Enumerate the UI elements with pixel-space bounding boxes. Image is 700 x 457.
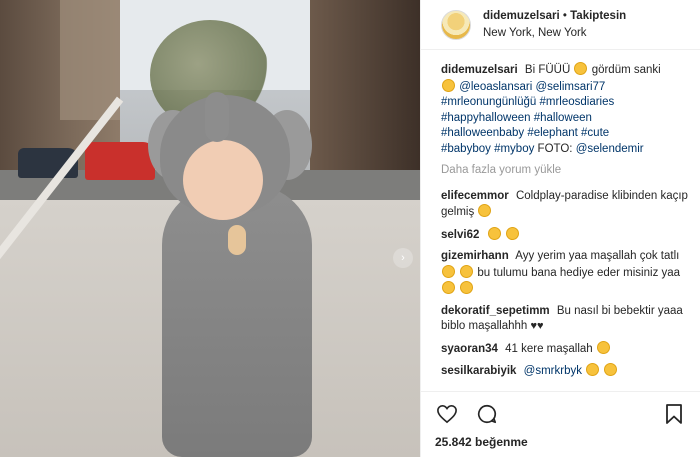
comment-item: elifecemmor Coldplay-paradise klibinden … — [441, 189, 690, 221]
elephant-emoji-icon — [574, 62, 588, 75]
comment-text: 41 kere maşallah — [505, 342, 593, 355]
caption-text-start: Bi FÜÜÜ — [524, 64, 571, 76]
comment-item: dekoratif_sepetimm Bu nasıl bi bebektir … — [441, 304, 690, 335]
black-heart-icon: ♥♥ — [530, 320, 544, 332]
heart-eyes-emoji-icon — [460, 264, 474, 278]
comment-item: sesilkarabiyik @smrkrbyk — [441, 363, 690, 380]
comment-text: Ayy yerim yaa maşallah çok tatlı — [515, 250, 680, 262]
photo-credit-link[interactable]: @selendemir — [576, 143, 644, 155]
comment-text: bu tulumu bana hediye eder misiniz yaa — [477, 266, 681, 279]
post-location[interactable]: New York, New York — [483, 25, 626, 42]
money-face-emoji-icon — [586, 363, 600, 376]
caption-text-mid: gördüm sanki — [591, 64, 661, 76]
post-side-panel: didemuzelsari • Takiptesin New York, New… — [420, 0, 700, 457]
comment-icon-svg — [477, 404, 497, 423]
chevron-right-icon[interactable]: › — [393, 248, 413, 268]
follow-status-button[interactable]: Takiptesin — [570, 10, 626, 22]
heart-eyes-emoji-icon — [442, 281, 455, 294]
comment-username[interactable]: elifecemmor — [441, 190, 509, 202]
hashtag-line[interactable]: #halloweenbaby #elephant #cute — [441, 127, 609, 139]
grin-emoji-icon — [442, 78, 455, 92]
comment-item: gizemirhann Ayy yerim yaa maşallah çok t… — [441, 249, 690, 298]
heart-icon-svg — [437, 404, 457, 423]
likes-number: 25.842 — [435, 435, 472, 449]
likes-count[interactable]: 25.842 beğenme — [421, 435, 700, 457]
post-actions-bar — [421, 391, 700, 435]
comment-username[interactable]: gizemirhann — [441, 250, 509, 262]
comments-list[interactable]: didemuzelsari Bi FÜÜÜ gördüm sanki @leoa… — [421, 50, 700, 391]
caption-username[interactable]: didemuzelsari — [441, 64, 518, 76]
heart-eyes-emoji-icon — [478, 204, 492, 217]
mention-link[interactable]: @selimsari77 — [535, 81, 605, 93]
heart-eyes-emoji-icon — [442, 264, 455, 278]
comment-username[interactable]: sesilkarabiyik — [441, 365, 516, 377]
hashtag-line[interactable]: #mrleonungünlüğü #mrleosdiaries — [441, 96, 614, 108]
separator-dot: • — [562, 9, 567, 22]
post-header: didemuzelsari • Takiptesin New York, New… — [421, 0, 700, 50]
heart-eyes-emoji-icon — [460, 281, 474, 294]
hashtag-line[interactable]: #happyhalloween #halloween — [441, 112, 592, 124]
comment-username[interactable]: syaoran34 — [441, 343, 498, 355]
comment-username[interactable]: selvi62 — [441, 229, 479, 241]
caption: didemuzelsari Bi FÜÜÜ gördüm sanki @leoa… — [441, 62, 690, 157]
post-photo[interactable]: › — [0, 0, 420, 457]
post-header-text: didemuzelsari • Takiptesin New York, New… — [483, 8, 626, 42]
bookmark-icon[interactable] — [662, 402, 686, 426]
heart-icon[interactable] — [435, 402, 459, 426]
photo-car-red — [85, 142, 155, 180]
comment-icon[interactable] — [475, 402, 499, 426]
header-line: didemuzelsari • Takiptesin — [483, 8, 626, 25]
comment-item: selvi62 — [441, 226, 690, 244]
photo-baby-face — [183, 140, 263, 220]
hashtag-line[interactable]: #babyboy #myboy — [441, 143, 534, 155]
smile-emoji-icon — [505, 226, 519, 240]
post-username[interactable]: didemuzelsari — [483, 10, 560, 22]
money-face-emoji-icon — [604, 363, 618, 376]
comment-username[interactable]: dekoratif_sepetimm — [441, 305, 550, 317]
avatar[interactable] — [441, 9, 471, 40]
mention-link[interactable]: @leoaslansari — [459, 81, 532, 93]
load-more-comments-link[interactable]: Daha fazla yorum yükle — [441, 163, 690, 179]
foto-label: FOTO: — [537, 142, 573, 155]
smile-emoji-icon — [596, 340, 610, 354]
heart-eyes-emoji-icon — [487, 226, 501, 240]
bookmark-icon-svg — [666, 403, 682, 424]
comment-item: syaoran34 41 kere maşallah — [441, 340, 690, 358]
likes-label: beğenme — [475, 435, 528, 449]
post-view: › didemuzelsari • Takiptesin New York, N… — [0, 0, 700, 457]
photo-elephant-trunk — [205, 92, 229, 142]
photo-peanut-patch — [228, 225, 246, 255]
comment-mention-link[interactable]: @smrkrbyk — [524, 365, 582, 377]
